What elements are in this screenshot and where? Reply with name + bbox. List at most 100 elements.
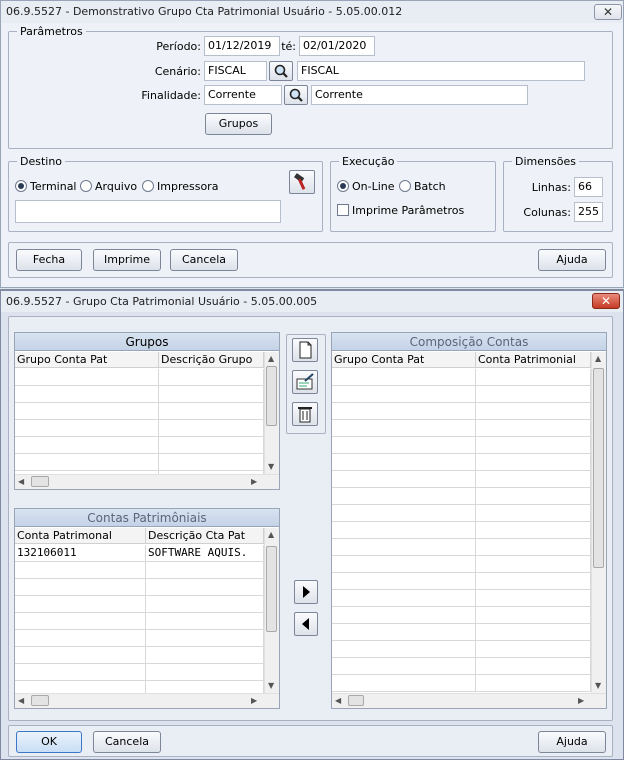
finalidade-search-button[interactable] xyxy=(284,85,308,105)
table-cell[interactable] xyxy=(476,369,591,386)
cancela-button[interactable]: Cancela xyxy=(93,731,161,753)
table-cell[interactable] xyxy=(146,664,264,681)
scroll-left-icon[interactable]: ◀ xyxy=(18,696,24,706)
table-cell[interactable] xyxy=(15,613,146,630)
table-cell[interactable] xyxy=(146,613,264,630)
new-group-button[interactable] xyxy=(292,338,318,362)
table-cell[interactable] xyxy=(15,630,146,647)
arquivo-radio[interactable] xyxy=(80,180,92,192)
contas-hscrollbar[interactable]: ◀ ▶ xyxy=(15,693,279,708)
periodo-from-input[interactable]: 01/12/2019 xyxy=(204,36,280,56)
fecha-button[interactable]: Fecha xyxy=(16,249,82,271)
table-cell[interactable] xyxy=(332,403,476,420)
table-cell[interactable] xyxy=(159,437,264,454)
table-cell[interactable] xyxy=(15,420,159,437)
edit-group-button[interactable] xyxy=(292,370,318,394)
periodo-to-input[interactable]: 02/01/2020 xyxy=(299,36,375,56)
grupos-col-grupo[interactable]: Grupo Conta Pat xyxy=(15,352,159,368)
table-cell[interactable] xyxy=(476,590,591,607)
table-cell[interactable] xyxy=(476,556,591,573)
table-cell[interactable] xyxy=(476,573,591,590)
colunas-input[interactable]: 255 xyxy=(574,202,603,222)
scroll-down-icon[interactable]: ▼ xyxy=(268,462,274,472)
contas-col-descricao[interactable]: Descrição Cta Pat xyxy=(146,528,264,544)
table-cell[interactable] xyxy=(159,454,264,471)
table-cell[interactable] xyxy=(332,386,476,403)
remove-conta-button[interactable] xyxy=(294,612,318,636)
cancela-button[interactable]: Cancela xyxy=(170,249,238,271)
table-cell[interactable] xyxy=(332,573,476,590)
table-cell[interactable] xyxy=(15,596,146,613)
linhas-input[interactable]: 66 xyxy=(574,177,603,197)
scroll-thumb[interactable] xyxy=(348,695,364,706)
table-cell[interactable] xyxy=(159,369,264,386)
contas-col-conta[interactable]: Conta Patrimonal xyxy=(15,528,146,544)
add-conta-button[interactable] xyxy=(294,580,318,604)
grupos-vscrollbar[interactable]: ▲ ▼ xyxy=(264,352,279,474)
scroll-up-icon[interactable]: ▲ xyxy=(595,354,601,364)
scroll-right-icon[interactable]: ▶ xyxy=(578,696,584,706)
scroll-thumb[interactable] xyxy=(593,368,604,568)
scroll-left-icon[interactable]: ◀ xyxy=(18,477,24,487)
table-cell[interactable] xyxy=(15,647,146,664)
table-cell[interactable] xyxy=(332,556,476,573)
table-cell[interactable] xyxy=(146,579,264,596)
imprime-button[interactable]: Imprime xyxy=(93,249,161,271)
scroll-down-icon[interactable]: ▼ xyxy=(268,681,274,691)
table-cell[interactable] xyxy=(332,471,476,488)
delete-group-button[interactable] xyxy=(292,402,318,426)
table-cell[interactable] xyxy=(146,596,264,613)
table-cell[interactable] xyxy=(476,641,591,658)
table-cell[interactable] xyxy=(476,437,591,454)
imprime-parametros-checkbox[interactable] xyxy=(337,204,349,216)
grupos-button[interactable]: Grupos xyxy=(205,113,272,135)
table-cell[interactable] xyxy=(476,403,591,420)
table-cell[interactable] xyxy=(332,420,476,437)
scroll-right-icon[interactable]: ▶ xyxy=(251,696,257,706)
table-cell[interactable] xyxy=(332,539,476,556)
finalidade-code-input[interactable]: Corrente xyxy=(204,85,282,105)
table-cell[interactable] xyxy=(332,369,476,386)
table-cell[interactable] xyxy=(332,607,476,624)
scroll-thumb[interactable] xyxy=(266,366,277,426)
table-cell[interactable] xyxy=(476,505,591,522)
table-cell[interactable] xyxy=(476,454,591,471)
scroll-thumb[interactable] xyxy=(31,695,49,706)
table-cell[interactable] xyxy=(159,403,264,420)
scroll-right-icon[interactable]: ▶ xyxy=(251,477,257,487)
table-cell[interactable] xyxy=(332,624,476,641)
table-cell[interactable]: SOFTWARE AQUIS. xyxy=(146,545,264,562)
composicao-col-grupo[interactable]: Grupo Conta Pat xyxy=(332,352,476,368)
table-cell[interactable] xyxy=(476,522,591,539)
table-cell[interactable] xyxy=(332,505,476,522)
close-icon[interactable]: ✕ xyxy=(594,4,622,20)
table-cell[interactable] xyxy=(332,454,476,471)
configure-printer-button[interactable] xyxy=(289,170,315,194)
table-cell[interactable] xyxy=(476,675,591,692)
cenario-search-button[interactable] xyxy=(269,61,293,81)
table-cell[interactable] xyxy=(15,386,159,403)
table-cell[interactable] xyxy=(15,369,159,386)
table-cell[interactable] xyxy=(332,522,476,539)
table-cell[interactable] xyxy=(476,488,591,505)
ok-button[interactable]: OK xyxy=(16,731,82,753)
scroll-up-icon[interactable]: ▲ xyxy=(268,354,274,364)
table-cell[interactable] xyxy=(15,437,159,454)
online-radio[interactable] xyxy=(337,180,349,192)
table-cell[interactable] xyxy=(476,539,591,556)
table-cell[interactable] xyxy=(476,471,591,488)
table-cell[interactable] xyxy=(476,607,591,624)
table-cell[interactable] xyxy=(332,437,476,454)
ajuda-button[interactable]: Ajuda xyxy=(538,249,606,271)
table-cell[interactable] xyxy=(476,386,591,403)
ajuda-button[interactable]: Ajuda xyxy=(538,731,606,753)
contas-vscrollbar[interactable]: ▲ ▼ xyxy=(264,528,279,693)
table-cell[interactable] xyxy=(159,386,264,403)
scroll-up-icon[interactable]: ▲ xyxy=(268,530,274,540)
table-cell[interactable] xyxy=(146,630,264,647)
table-cell[interactable] xyxy=(15,664,146,681)
composicao-col-conta[interactable]: Conta Patrimonial xyxy=(476,352,591,368)
table-cell[interactable] xyxy=(476,420,591,437)
table-cell[interactable] xyxy=(15,562,146,579)
table-cell[interactable] xyxy=(146,647,264,664)
